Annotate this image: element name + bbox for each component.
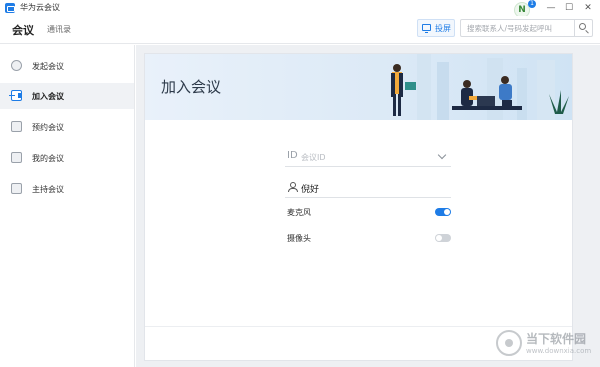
title-bar: 华为云会议 (0, 0, 600, 16)
user-icon (288, 182, 298, 192)
microphone-toggle[interactable] (435, 208, 451, 216)
join-meeting-banner: 加入会议 (145, 54, 572, 120)
id-label: ID (287, 150, 298, 161)
search-icon (579, 23, 586, 30)
search-placeholder: 搜索联系人/号码发起呼叫 (467, 24, 553, 33)
watermark-text: 当下软件园 (526, 332, 587, 346)
toggle-knob (436, 235, 442, 241)
sidebar-item-label: 主持会议 (32, 185, 64, 194)
search-button[interactable] (574, 20, 592, 36)
sidebar-item-my-meetings[interactable]: 我的会议 (0, 145, 134, 171)
cast-label: 投屏 (435, 24, 451, 33)
monitor-icon (422, 24, 431, 33)
notification-badge: 1 (528, 0, 536, 8)
sidebar-item-join-meeting[interactable]: 加入会议 (0, 83, 134, 109)
meeting-illustration-icon (391, 54, 569, 120)
sidebar-item-schedule-meeting[interactable]: 预约会议 (0, 114, 134, 140)
card-divider (145, 326, 572, 327)
watermark: 当下软件园 www.downxia.com (496, 328, 596, 360)
maximize-button[interactable]: ☐ (562, 2, 576, 14)
sidebar-item-label: 预约会议 (32, 123, 64, 132)
main-panel: 加入会议 ID 会议ID 倪好 麦克风 摄像头 (136, 45, 600, 367)
tab-contacts[interactable]: 通讯录 (47, 24, 71, 35)
watermark-url: www.downxia.com (526, 347, 592, 355)
sidebar-item-start-meeting[interactable]: 发起会议 (0, 53, 134, 79)
tab-meeting[interactable]: 会议 (12, 22, 34, 38)
my-meetings-icon (11, 152, 22, 163)
sidebar-item-label: 发起会议 (32, 62, 64, 71)
display-name-value: 倪好 (301, 185, 320, 195)
chevron-down-icon[interactable] (437, 150, 447, 160)
join-meeting-icon (9, 90, 22, 101)
sidebar-item-label: 我的会议 (32, 154, 64, 163)
start-meeting-icon (11, 60, 22, 71)
schedule-meeting-icon (11, 121, 22, 132)
camera-toggle[interactable] (435, 234, 451, 242)
sidebar-item-label: 加入会议 (32, 92, 64, 101)
app-logo-icon (5, 3, 15, 13)
host-meeting-icon (11, 183, 22, 194)
meeting-id-field[interactable]: ID 会议ID (285, 147, 451, 167)
camera-label: 摄像头 (287, 234, 311, 243)
sidebar-item-host-meeting[interactable]: 主持会议 (0, 176, 134, 202)
banner-title: 加入会议 (161, 78, 222, 96)
minimize-button[interactable]: — (544, 2, 558, 14)
join-meeting-card: 加入会议 ID 会议ID 倪好 麦克风 摄像头 (144, 53, 573, 361)
sidebar: 发起会议 加入会议 预约会议 我的会议 主持会议 (0, 45, 135, 367)
app-title: 华为云会议 (20, 3, 60, 12)
meeting-id-placeholder: 会议ID (301, 153, 326, 162)
watermark-logo-icon (496, 330, 522, 356)
display-name-field[interactable]: 倪好 (285, 178, 451, 198)
toggle-knob (444, 209, 450, 215)
cast-screen-button[interactable]: 投屏 (417, 19, 455, 37)
search-input[interactable]: 搜索联系人/号码发起呼叫 (460, 19, 593, 37)
microphone-label: 麦克风 (287, 208, 311, 217)
close-button[interactable]: ✕ (581, 2, 595, 14)
